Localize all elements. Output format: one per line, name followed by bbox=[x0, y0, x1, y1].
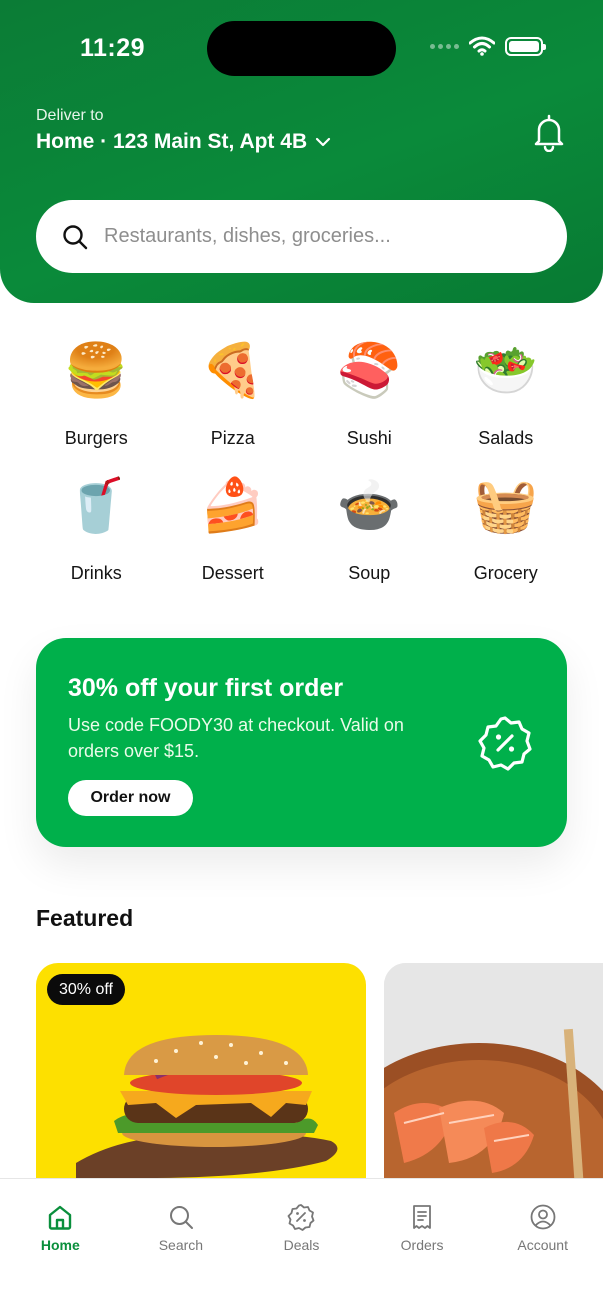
tab-orders[interactable]: Orders bbox=[362, 1179, 483, 1311]
soup-icon: 🍲 bbox=[336, 477, 402, 535]
promo-banner[interactable]: 30% off your first order Use code FOODY3… bbox=[36, 638, 567, 847]
tab-label: Home bbox=[40, 1237, 80, 1253]
tab-search[interactable]: Search bbox=[121, 1179, 242, 1311]
battery-icon bbox=[505, 36, 546, 56]
grocery-basket-icon: 🧺 bbox=[473, 477, 539, 535]
category-grocery[interactable]: 🧺 Grocery bbox=[438, 471, 575, 584]
category-label: Salads bbox=[478, 428, 534, 448]
search-placeholder: Restaurants, dishes, groceries... bbox=[104, 225, 391, 247]
order-now-button[interactable]: Order now bbox=[68, 780, 193, 816]
account-icon bbox=[530, 1204, 556, 1230]
salmon-sushi-photo bbox=[384, 963, 603, 1178]
salad-icon: 🥗 bbox=[473, 342, 539, 400]
category-pizza[interactable]: 🍕 Pizza bbox=[165, 336, 302, 449]
status-icons bbox=[430, 36, 546, 56]
category-salads[interactable]: 🥗 Salads bbox=[438, 336, 575, 449]
delivery-address: Home · 123 Main St, Apt 4B bbox=[36, 130, 308, 153]
tab-label: Account bbox=[517, 1237, 568, 1253]
tab-label: Orders bbox=[400, 1237, 444, 1253]
deliver-to-label: Deliver to bbox=[36, 107, 104, 124]
header: 11:29 Deliver to Home · 123 Main St, Apt… bbox=[0, 0, 603, 303]
delivery-address-selector[interactable]: Home · 123 Main St, Apt 4B bbox=[36, 130, 331, 154]
tab-label: Search bbox=[158, 1237, 204, 1253]
search-input[interactable]: Restaurants, dishes, groceries... bbox=[36, 200, 567, 273]
category-label: Pizza bbox=[210, 428, 255, 448]
search-icon bbox=[169, 1206, 193, 1229]
cellular-signal-icon bbox=[430, 43, 459, 49]
notification-bell-icon[interactable] bbox=[531, 114, 567, 152]
dessert-icon: 🍰 bbox=[200, 477, 266, 535]
category-grid: 🍔 Burgers 🍕 Pizza 🍣 Sushi 🥗 Salads 🥤 Dri… bbox=[28, 336, 575, 584]
tab-deals[interactable]: Deals bbox=[241, 1179, 362, 1311]
category-label: Dessert bbox=[201, 563, 264, 583]
category-sushi[interactable]: 🍣 Sushi bbox=[301, 336, 438, 449]
discount-icon bbox=[288, 1204, 315, 1231]
category-soup[interactable]: 🍲 Soup bbox=[301, 471, 438, 584]
receipt-icon bbox=[413, 1205, 431, 1229]
tab-account[interactable]: Account bbox=[482, 1179, 603, 1311]
category-label: Drinks bbox=[70, 563, 122, 583]
discount-badge-icon bbox=[478, 716, 532, 771]
featured-card[interactable]: 30% off bbox=[36, 963, 366, 1178]
featured-title: Featured bbox=[36, 905, 134, 931]
burger-icon: 🍔 bbox=[63, 342, 129, 400]
category-burgers[interactable]: 🍔 Burgers bbox=[28, 336, 165, 449]
chevron-down-icon bbox=[316, 137, 331, 147]
category-drinks[interactable]: 🥤 Drinks bbox=[28, 471, 165, 584]
home-icon bbox=[49, 1205, 72, 1230]
pizza-icon: 🍕 bbox=[200, 342, 266, 400]
category-label: Soup bbox=[348, 563, 391, 583]
category-label: Sushi bbox=[346, 428, 392, 448]
status-time: 11:29 bbox=[80, 34, 146, 62]
bottom-tab-bar: Home Search Deals Orders Account bbox=[0, 1178, 603, 1311]
tab-label: Deals bbox=[283, 1237, 320, 1253]
tab-home[interactable]: Home bbox=[0, 1179, 121, 1311]
featured-card[interactable] bbox=[384, 963, 603, 1178]
wifi-icon bbox=[469, 36, 495, 56]
promo-description: Use code FOODY30 at checkout. Valid on o… bbox=[68, 715, 404, 761]
category-label: Grocery bbox=[473, 563, 538, 583]
search-icon bbox=[63, 224, 88, 249]
category-dessert[interactable]: 🍰 Dessert bbox=[165, 471, 302, 584]
sushi-icon: 🍣 bbox=[336, 342, 402, 400]
discount-badge: 30% off bbox=[47, 974, 125, 1005]
category-label: Burgers bbox=[64, 428, 128, 448]
dynamic-island bbox=[207, 21, 396, 76]
promo-title: 30% off your first order bbox=[68, 674, 344, 702]
drinks-icon: 🥤 bbox=[63, 477, 129, 535]
